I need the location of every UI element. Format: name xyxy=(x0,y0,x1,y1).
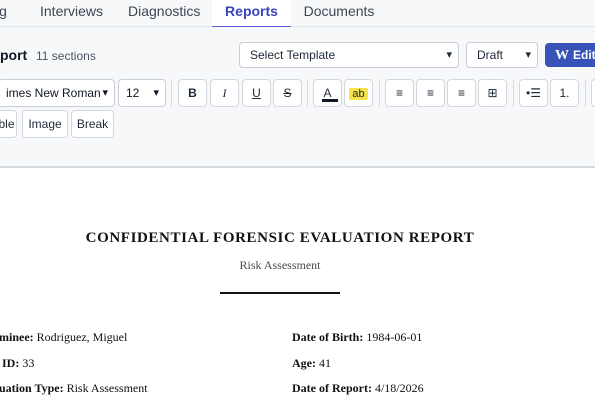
examinee-field: minee: Rodriguez, Miguel xyxy=(0,330,127,345)
align-center-button[interactable]: ≡ xyxy=(416,79,445,107)
toolbar-divider xyxy=(171,79,172,107)
report-date-value: 4/18/2026 xyxy=(374,381,424,395)
chevron-down-icon: ▾ xyxy=(153,87,159,99)
examinee-value: Rodriguez, Miguel xyxy=(36,330,128,344)
numbered-list-button[interactable]: 1. xyxy=(550,79,579,107)
age-field: Age: 41 xyxy=(292,356,331,371)
dob-value: 1984-06-01 xyxy=(366,330,423,344)
font-color-icon: A xyxy=(323,86,332,100)
toolbar-divider xyxy=(585,79,586,107)
edit-button-label: Edit xyxy=(573,48,595,62)
evaluation-type-field: uation Type: Risk Assessment xyxy=(0,381,148,396)
tab-diagnostics[interactable]: Diagnostics xyxy=(128,0,200,27)
strikethrough-button[interactable]: S xyxy=(273,79,302,107)
dob-field: Date of Birth: 1984-06-01 xyxy=(292,330,422,345)
font-color-swatch xyxy=(322,99,338,102)
align-left-button[interactable]: ≡ xyxy=(385,79,414,107)
font-family-value: imes New Roman xyxy=(6,86,101,100)
age-value: 41 xyxy=(319,356,331,370)
evaluation-type-value: Risk Assessment xyxy=(66,381,148,395)
underline-button[interactable]: U xyxy=(242,79,271,107)
evaluation-type-label: uation Type: xyxy=(0,381,64,395)
id-label: ID: xyxy=(2,356,20,370)
report-date-label: Date of Report: xyxy=(292,381,372,395)
word-icon: W xyxy=(555,48,569,63)
tab-partial[interactable]: g xyxy=(0,0,10,27)
section-count: 11 sections xyxy=(36,49,96,63)
highlight-button[interactable]: ab xyxy=(344,79,373,107)
font-family-select[interactable]: imes New Roman ▾ xyxy=(0,79,115,107)
document-page[interactable]: CONFIDENTIAL FORENSIC EVALUATION REPORT … xyxy=(0,168,595,400)
tab-interviews[interactable]: Interviews xyxy=(40,0,103,27)
title-underline xyxy=(220,292,340,294)
chevron-down-icon: ▾ xyxy=(102,87,108,99)
toolbar-divider xyxy=(513,79,514,107)
id-value: 33 xyxy=(22,356,35,370)
document-title: CONFIDENTIAL FORENSIC EVALUATION REPORT xyxy=(85,230,475,246)
tab-bar: g Interviews Diagnostics Reports Documen… xyxy=(0,0,595,28)
highlight-icon: ab xyxy=(349,88,368,100)
dob-label: Date of Birth: xyxy=(292,330,364,344)
id-field: ID: 33 xyxy=(2,356,34,371)
insert-table-button[interactable]: ble xyxy=(0,110,17,138)
align-justify-button[interactable]: ⊞ xyxy=(478,79,507,107)
editor-toolbar: imes New Roman ▾ 12 ▾ B I U S A ab ≡ ≡ ≡… xyxy=(0,71,595,167)
report-header: port 11 sections Select Template ▾ Draft… xyxy=(0,27,595,71)
bullet-list-button[interactable]: •☰ xyxy=(519,79,548,107)
insert-image-button[interactable]: Image xyxy=(22,110,68,138)
tab-reports[interactable]: Reports xyxy=(212,0,291,28)
insert-break-button[interactable]: Break xyxy=(71,110,114,138)
toolbar-divider xyxy=(379,79,380,107)
italic-button[interactable]: I xyxy=(210,79,239,107)
bold-button[interactable]: B xyxy=(178,79,207,107)
font-size-value: 12 xyxy=(126,86,140,100)
status-select[interactable]: Draft ▾ xyxy=(466,42,538,68)
chevron-down-icon: ▾ xyxy=(525,49,531,61)
align-right-button[interactable]: ≡ xyxy=(447,79,476,107)
document-subtitle: Risk Assessment xyxy=(239,258,321,272)
chevron-down-icon: ▾ xyxy=(446,49,452,61)
examinee-label: minee: xyxy=(0,330,34,344)
report-date-field: Date of Report: 4/18/2026 xyxy=(292,381,424,396)
status-select-value: Draft xyxy=(477,48,504,62)
font-size-select[interactable]: 12 ▾ xyxy=(118,79,166,107)
toolbar-overflow-button[interactable] xyxy=(591,79,595,107)
toolbar-divider xyxy=(307,79,308,107)
tab-documents[interactable]: Documents xyxy=(303,0,375,27)
template-select-value: Select Template xyxy=(250,48,336,62)
page-title: port xyxy=(0,47,28,63)
font-color-button[interactable]: A xyxy=(313,79,342,107)
edit-in-word-button[interactable]: W Edit xyxy=(545,43,595,67)
age-label: Age: xyxy=(292,356,316,370)
template-select[interactable]: Select Template ▾ xyxy=(239,42,459,68)
